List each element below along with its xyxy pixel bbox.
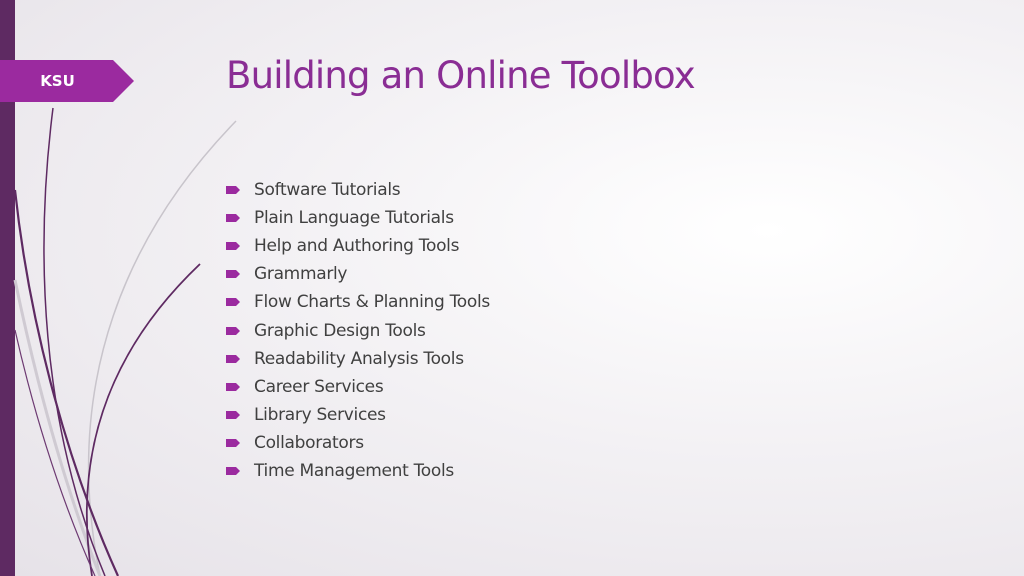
list-item-label: Time Management Tools xyxy=(254,460,454,481)
list-item-label: Plain Language Tutorials xyxy=(254,208,454,229)
list-item: Career Services xyxy=(226,373,490,401)
list-item: Help and Authoring Tools xyxy=(226,232,490,260)
list-item: Time Management Tools xyxy=(226,457,490,485)
list-item-label: Library Services xyxy=(254,404,386,425)
decor-curve-light-1 xyxy=(87,120,237,576)
list-item-label: Collaborators xyxy=(254,432,364,453)
arrow-tag-bullet-icon xyxy=(226,410,240,419)
decor-curve-dark-3 xyxy=(85,263,201,576)
list-item: Software Tutorials xyxy=(226,176,490,204)
arrow-tag-bullet-icon xyxy=(226,466,240,475)
list-item: Flow Charts & Planning Tools xyxy=(226,288,490,316)
list-item: Readability Analysis Tools xyxy=(226,345,490,373)
list-item: Grammarly xyxy=(226,260,490,288)
list-item-label: Readability Analysis Tools xyxy=(254,348,464,369)
arrow-tag-bullet-icon xyxy=(226,298,240,307)
decor-curve-dark-4 xyxy=(14,329,96,576)
arrow-tag-bullet-icon xyxy=(226,438,240,447)
arrow-tag-bullet-icon xyxy=(226,214,240,223)
list-item-label: Flow Charts & Planning Tools xyxy=(254,292,490,313)
arrow-tag-bullet-icon xyxy=(226,382,240,391)
list-item: Collaborators xyxy=(226,429,490,457)
arrow-tag-bullet-icon xyxy=(226,186,240,195)
section-tag-label: KSU xyxy=(40,72,75,90)
arrow-tag-bullet-icon xyxy=(226,270,240,279)
list-item-label: Graphic Design Tools xyxy=(254,320,426,341)
arrow-tag-bullet-icon xyxy=(226,354,240,363)
list-item-label: Career Services xyxy=(254,376,384,397)
bullet-list: Software Tutorials Plain Language Tutori… xyxy=(226,176,490,485)
list-item-label: Help and Authoring Tools xyxy=(254,236,460,257)
list-item-label: Grammarly xyxy=(254,264,348,285)
arrow-tag-bullet-icon xyxy=(226,242,240,251)
list-item: Plain Language Tutorials xyxy=(226,204,490,232)
decor-curve-dark-2 xyxy=(13,189,120,576)
list-item-label: Software Tutorials xyxy=(254,180,401,201)
list-item: Graphic Design Tools xyxy=(226,316,490,344)
slide-title: Building an Online Toolbox xyxy=(226,54,696,97)
list-item: Library Services xyxy=(226,401,490,429)
arrow-tag-bullet-icon xyxy=(226,326,240,335)
